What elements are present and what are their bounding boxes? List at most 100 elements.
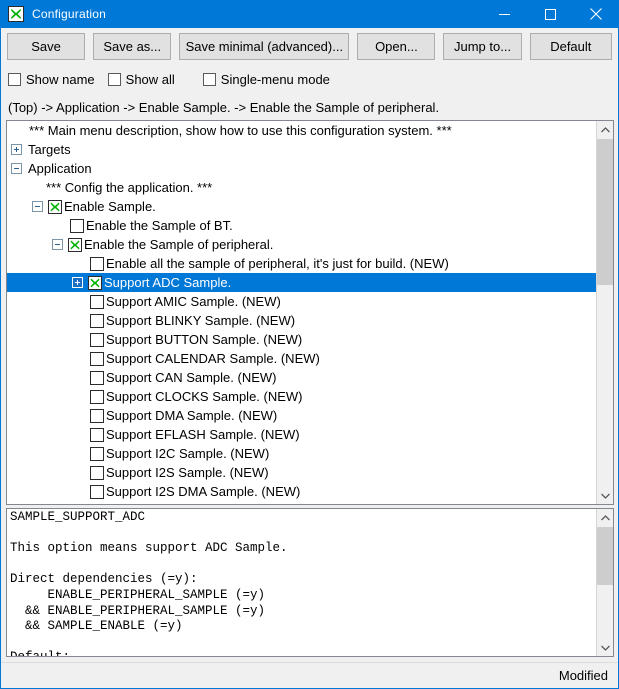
tree-row-label: Support I2S Sample. (NEW) — [106, 465, 269, 480]
tree-row[interactable]: Targets — [7, 140, 597, 159]
config-tree-panel: *** Main menu description, show how to u… — [6, 120, 614, 505]
scroll-up-icon[interactable] — [597, 509, 613, 526]
tree-row-label: Support BLINKY Sample. (NEW) — [106, 313, 296, 328]
tree-row-label: Enable the Sample of peripheral. — [84, 237, 274, 252]
collapse-minus-icon[interactable] — [52, 239, 63, 250]
tree-row-label: Support CALENDAR Sample. (NEW) — [106, 351, 320, 366]
checkbox-checked-icon[interactable] — [48, 199, 62, 214]
tree-row-label: Support AMIC Sample. (NEW) — [106, 294, 281, 309]
tree-row[interactable]: Enable the Sample of BT. — [7, 216, 597, 235]
window-title: Configuration — [32, 7, 106, 21]
config-tree[interactable]: *** Main menu description, show how to u… — [7, 121, 597, 504]
checkbox-unchecked-icon[interactable] — [90, 465, 104, 480]
tree-row-label: Enable all the sample of peripheral, it'… — [106, 256, 449, 271]
tree-row[interactable]: Support CALENDAR Sample. (NEW) — [7, 349, 597, 368]
tree-row-label: Support BUTTON Sample. (NEW) — [106, 332, 303, 347]
tree-row[interactable]: Support BLINKY Sample. (NEW) — [7, 311, 597, 330]
tree-row[interactable]: Support I2S Sample. (NEW) — [7, 463, 597, 482]
tree-row-label: Targets — [28, 142, 71, 157]
tree-row-label: Support DMA Sample. (NEW) — [106, 408, 278, 423]
checkbox-checked-icon[interactable] — [68, 237, 82, 252]
checkbox-unchecked-icon[interactable] — [90, 408, 104, 423]
checkbox-unchecked-icon[interactable] — [90, 332, 104, 347]
tree-row-label: *** Config the application. *** — [46, 180, 213, 195]
checkbox-unchecked-icon[interactable] — [90, 484, 104, 499]
tree-row-label: Support ADC Sample. — [104, 275, 232, 290]
save-as-button[interactable]: Save as... — [93, 32, 172, 60]
tree-scrollbar[interactable] — [596, 121, 613, 504]
title-bar: Configuration — [0, 0, 619, 28]
close-icon[interactable] — [573, 0, 619, 28]
expand-plus-icon[interactable] — [72, 277, 83, 288]
help-text: SAMPLE_SUPPORT_ADC This option means sup… — [10, 510, 288, 656]
tree-row-label: Enable the Sample of BT. — [86, 218, 233, 233]
single-menu-mode-label: Single-menu mode — [220, 71, 330, 87]
tree-row[interactable]: Support I2S DMA Sample. (NEW) — [7, 482, 597, 501]
tree-row-label: Support I2S DMA Sample. (NEW) — [106, 484, 301, 499]
save-minimal-button[interactable]: Save minimal (advanced)... — [179, 32, 350, 60]
toolbar: Save Save as... Save minimal (advanced).… — [1, 28, 618, 64]
expand-plus-icon[interactable] — [11, 144, 22, 155]
option-checkbox-row: Show name Show all Single-menu mode — [1, 66, 618, 92]
tree-row[interactable]: Support BUTTON Sample. (NEW) — [7, 330, 597, 349]
single-menu-mode-checkbox[interactable]: Single-menu mode — [202, 71, 330, 87]
tree-row-label: Application — [28, 161, 92, 176]
checkbox-unchecked-icon[interactable] — [90, 427, 104, 442]
default-button[interactable]: Default — [529, 32, 612, 60]
configuration-window: Configuration Save Save as... Save minim… — [0, 0, 619, 689]
tree-row-label: Enable Sample. — [64, 199, 156, 214]
scroll-up-icon[interactable] — [597, 121, 613, 138]
window-controls — [481, 0, 619, 28]
tree-row[interactable]: Support DMA Sample. (NEW) — [7, 406, 597, 425]
checkbox-unchecked-icon[interactable] — [90, 313, 104, 328]
breadcrumb: (Top) -> Application -> Enable Sample. -… — [8, 99, 440, 115]
tree-scroll-thumb[interactable] — [597, 139, 613, 285]
checkbox-unchecked-icon[interactable] — [90, 256, 104, 271]
show-all-label: Show all — [125, 71, 175, 87]
checkbox-unchecked-icon[interactable] — [90, 389, 104, 404]
tree-row[interactable]: Enable the Sample of peripheral. — [7, 235, 597, 254]
tree-row[interactable]: Support EFLASH Sample. (NEW) — [7, 425, 597, 444]
status-text: Modified — [558, 668, 608, 683]
show-name-checkbox[interactable]: Show name — [8, 72, 95, 87]
tree-row[interactable]: *** Config the application. *** — [7, 178, 597, 197]
green-x-icon — [8, 6, 24, 22]
maximize-icon[interactable] — [527, 0, 573, 28]
tree-row[interactable]: Enable all the sample of peripheral, it'… — [7, 254, 597, 273]
tree-row[interactable]: *** Main menu description, show how to u… — [7, 121, 597, 140]
open-button[interactable]: Open... — [357, 32, 436, 60]
checkbox-box — [202, 72, 216, 86]
scroll-down-icon[interactable] — [597, 487, 613, 504]
help-scroll-thumb[interactable] — [597, 527, 613, 585]
tree-row[interactable]: Enable Sample. — [7, 197, 597, 216]
tree-row-label: *** Main menu description, show how to u… — [29, 123, 452, 138]
checkbox-unchecked-icon[interactable] — [70, 218, 84, 233]
checkbox-box — [8, 72, 21, 86]
tree-row-selected[interactable]: Support ADC Sample. — [7, 273, 597, 292]
save-button[interactable]: Save — [7, 32, 86, 60]
tree-row[interactable]: Application — [7, 159, 597, 178]
status-bar: Modified — [1, 662, 618, 688]
jump-to-button[interactable]: Jump to... — [443, 32, 522, 60]
collapse-minus-icon[interactable] — [32, 201, 43, 212]
show-name-label: Show name — [26, 71, 95, 87]
checkbox-box — [107, 72, 121, 86]
show-all-checkbox[interactable]: Show all — [107, 71, 175, 87]
scroll-down-icon[interactable] — [597, 639, 613, 656]
tree-row[interactable]: Support I2C Sample. (NEW) — [7, 444, 597, 463]
checkbox-unchecked-icon[interactable] — [90, 370, 104, 385]
checkbox-unchecked-icon[interactable] — [90, 446, 104, 461]
tree-row-label: Support CAN Sample. (NEW) — [106, 370, 277, 385]
tree-row[interactable]: Support CLOCKS Sample. (NEW) — [7, 387, 597, 406]
checkbox-unchecked-icon[interactable] — [90, 351, 104, 366]
tree-row-label: Support EFLASH Sample. (NEW) — [106, 427, 300, 442]
tree-row[interactable]: Support CAN Sample. (NEW) — [7, 368, 597, 387]
collapse-minus-icon[interactable] — [11, 163, 22, 174]
help-panel: SAMPLE_SUPPORT_ADC This option means sup… — [6, 508, 614, 657]
tree-row-label: Support I2C Sample. (NEW) — [106, 446, 270, 461]
help-scrollbar[interactable] — [596, 509, 613, 656]
checkbox-checked-icon[interactable] — [88, 275, 102, 290]
checkbox-unchecked-icon[interactable] — [90, 294, 104, 309]
tree-row[interactable]: Support AMIC Sample. (NEW) — [7, 292, 597, 311]
minimize-icon[interactable] — [481, 0, 527, 28]
